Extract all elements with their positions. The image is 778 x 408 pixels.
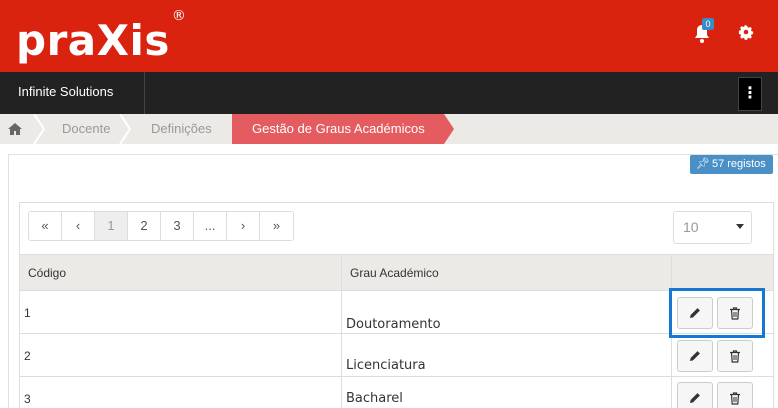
column-divider (341, 377, 342, 408)
gear-icon[interactable] (738, 24, 754, 40)
cell-grau: Doutoramento (346, 317, 441, 332)
cell-grau: Licenciatura (346, 358, 426, 373)
table-row: 1 Doutoramento (20, 291, 773, 334)
delete-button[interactable] (717, 340, 753, 372)
pencil-icon (690, 308, 700, 318)
records-count-label: 57 registos (711, 158, 766, 170)
column-divider (671, 255, 672, 291)
kebab-menu-button[interactable]: ⋮ (738, 77, 762, 111)
pin-icon: 📌︎ (696, 158, 710, 170)
breadcrumb-separator (119, 114, 132, 144)
column-divider (671, 334, 672, 376)
last-page-button[interactable]: » (260, 212, 293, 240)
table-row: 2 Licenciatura (20, 334, 773, 377)
pencil-icon (690, 393, 700, 403)
ellipsis-button[interactable]: ... (194, 212, 227, 240)
column-divider (671, 377, 672, 408)
page-button-3[interactable]: 3 (161, 212, 194, 240)
trash-icon (730, 350, 740, 363)
edit-button[interactable] (677, 297, 713, 329)
table-row: 3 Bacharel (20, 377, 773, 408)
prev-page-button[interactable]: ‹ (62, 212, 95, 240)
next-page-button[interactable]: › (227, 212, 260, 240)
column-divider (341, 291, 342, 333)
trash-icon (730, 392, 740, 405)
top-navbar: Infinite Solutions ⋮ (0, 72, 778, 134)
company-dropdown[interactable]: Infinite Solutions (0, 72, 145, 134)
logo-text: praXis (16, 16, 170, 65)
page-size-value: 10 (683, 219, 699, 235)
cell-code: 2 (24, 349, 31, 363)
pencil-icon (690, 351, 700, 361)
table-header: Código Grau Académico (20, 254, 773, 291)
page-button-1[interactable]: 1 (95, 212, 128, 240)
breadcrumb-item-definicoes[interactable]: Definições (151, 114, 212, 144)
records-count-badge: 📌︎ 57 registos (690, 155, 773, 174)
cell-grau: Bacharel (346, 391, 403, 406)
app-header: praXis ® 0 (0, 0, 778, 72)
home-icon[interactable] (8, 123, 22, 135)
breadcrumb-item-active: Gestão de Graus Académicos (232, 114, 454, 144)
logo-registered-mark: ® (171, 8, 187, 24)
pagination: « ‹ 1 2 3 ... › » (28, 211, 294, 241)
breadcrumb-separator (33, 114, 46, 144)
edit-button[interactable] (677, 340, 713, 372)
trash-icon (730, 307, 740, 320)
chevron-down-icon (736, 224, 744, 229)
breadcrumb: Docente Definições Gestão de Graus Acadé… (0, 114, 778, 144)
company-name: Infinite Solutions (18, 84, 114, 99)
delete-button[interactable] (717, 382, 753, 408)
cell-code: 1 (24, 306, 31, 320)
notification-badge: 0 (702, 18, 714, 30)
column-divider (341, 334, 342, 376)
page-button-2[interactable]: 2 (128, 212, 161, 240)
logo[interactable]: praXis ® (16, 6, 186, 71)
column-header-codigo[interactable]: Código (20, 255, 66, 291)
first-page-button[interactable]: « (29, 212, 62, 240)
column-divider (671, 291, 672, 333)
cell-code: 3 (24, 392, 31, 406)
edit-button[interactable] (677, 382, 713, 408)
column-header-grau[interactable]: Grau Académico (342, 255, 439, 291)
page-size-select[interactable]: 10 (673, 211, 752, 244)
delete-button[interactable] (717, 297, 753, 329)
breadcrumb-item-docente[interactable]: Docente (62, 114, 110, 144)
